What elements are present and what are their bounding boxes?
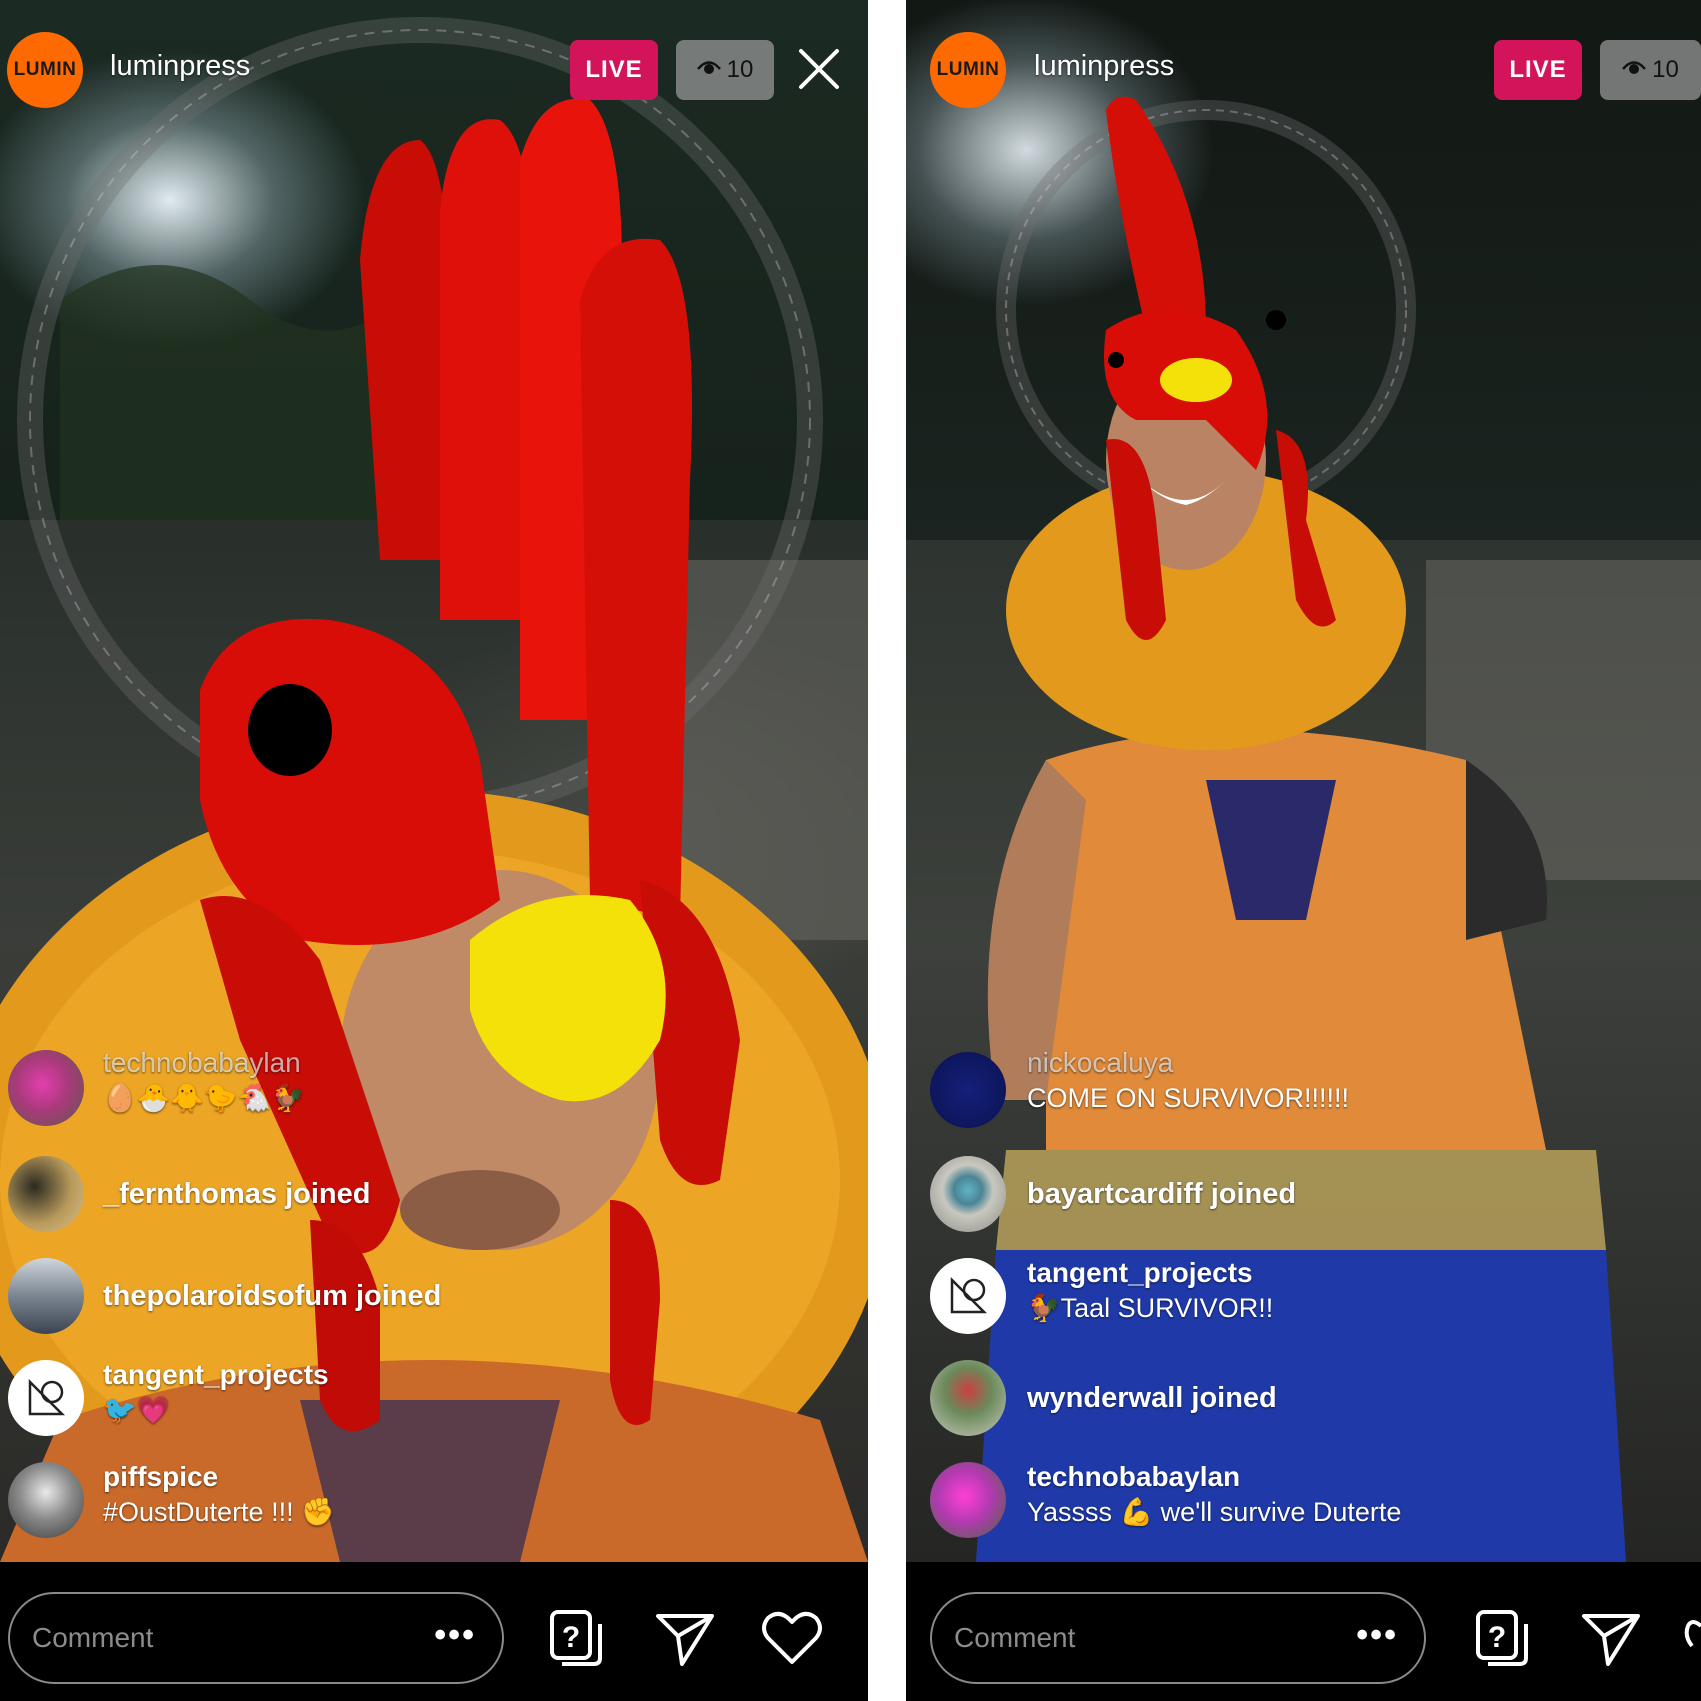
ellipsis-icon[interactable]: ••• bbox=[1356, 1616, 1398, 1655]
broadcaster-avatar[interactable]: LUMIN bbox=[7, 32, 83, 108]
logo-text: LUMIN bbox=[936, 59, 1000, 80]
broadcaster-username[interactable]: luminpress bbox=[1034, 50, 1174, 83]
live-stream-right: LUMIN luminpress LIVE 10 nickocaluya COM… bbox=[906, 0, 1701, 1701]
viewer-count-badge[interactable]: 10 bbox=[676, 40, 774, 100]
broadcaster-avatar[interactable]: LUMIN bbox=[930, 32, 1006, 108]
comment-message: COME ON SURVIVOR!!!!!! bbox=[1027, 1083, 1350, 1113]
eye-icon bbox=[1622, 56, 1647, 84]
commenter-avatar[interactable] bbox=[930, 1360, 1006, 1436]
comment-message: 🐓Taal SURVIVOR!! bbox=[1027, 1293, 1274, 1323]
live-header: LUMIN luminpress LIVE 10 bbox=[0, 30, 868, 110]
question-sticker-icon: ? bbox=[1476, 1610, 1528, 1666]
comment-placeholder: Comment bbox=[32, 1622, 154, 1653]
comment-item: bayartcardiff joined bbox=[906, 1156, 1701, 1246]
tangent-logo-icon bbox=[28, 1378, 66, 1416]
commenter-avatar[interactable] bbox=[8, 1462, 84, 1538]
svg-text:?: ? bbox=[562, 1621, 580, 1654]
heart-icon bbox=[1684, 1620, 1701, 1648]
commenter-avatar[interactable] bbox=[8, 1050, 84, 1126]
comment-item: tangent_projects 🐦💗 bbox=[0, 1358, 868, 1450]
commenter-avatar[interactable] bbox=[930, 1258, 1006, 1334]
comment-item: wynderwall joined bbox=[906, 1360, 1701, 1450]
send-button[interactable] bbox=[652, 1606, 716, 1670]
comment-item: tangent_projects 🐓Taal SURVIVOR!! bbox=[906, 1256, 1701, 1348]
comment-item: technobabaylan 🥚🐣🐥🐤🐔🐓 bbox=[0, 1046, 868, 1138]
svg-text:?: ? bbox=[1488, 1621, 1506, 1654]
join-notice: bayartcardiff joined bbox=[1027, 1178, 1297, 1210]
commenter-name[interactable]: piffspice bbox=[103, 1460, 335, 1494]
commenter-avatar[interactable] bbox=[8, 1156, 84, 1232]
commenter-avatar[interactable] bbox=[930, 1052, 1006, 1128]
close-icon bbox=[797, 47, 841, 96]
commenter-avatar[interactable] bbox=[8, 1258, 84, 1334]
question-sticker-button[interactable]: ? bbox=[1468, 1606, 1532, 1670]
comment-placeholder: Comment bbox=[954, 1622, 1076, 1653]
comment-input[interactable]: Comment ••• bbox=[930, 1592, 1426, 1684]
live-stream-left: LUMIN luminpress LIVE 10 technobabaylan … bbox=[0, 0, 868, 1701]
send-button[interactable] bbox=[1578, 1606, 1642, 1670]
comment-message: 🥚🐣🐥🐤🐔🐓 bbox=[103, 1083, 305, 1113]
comment-item: nickocaluya COME ON SURVIVOR!!!!!! bbox=[906, 1046, 1701, 1138]
question-sticker-button[interactable]: ? bbox=[542, 1606, 606, 1670]
commenter-name[interactable]: tangent_projects bbox=[1027, 1256, 1273, 1290]
live-header: LUMIN luminpress LIVE 10 bbox=[906, 30, 1701, 110]
viewer-count: 10 bbox=[726, 56, 754, 83]
live-badge: LIVE bbox=[570, 40, 658, 100]
commenter-avatar[interactable] bbox=[8, 1360, 84, 1436]
logo-text: LUMIN bbox=[13, 59, 77, 80]
comment-message: Yassss 💪 we'll survive Duterte bbox=[1027, 1497, 1402, 1527]
send-icon bbox=[656, 1614, 714, 1666]
divider-gap bbox=[868, 0, 906, 1701]
join-notice: thepolaroidsofum joined bbox=[103, 1280, 442, 1312]
comment-item: thepolaroidsofum joined bbox=[0, 1258, 868, 1348]
commenter-name[interactable]: technobabaylan bbox=[103, 1046, 305, 1080]
bottom-action-bar: Comment ••• ? bbox=[906, 1562, 1701, 1701]
commenter-name[interactable]: tangent_projects bbox=[103, 1358, 329, 1392]
comment-message: 🐦💗 bbox=[103, 1395, 171, 1425]
comment-message: #OustDuterte !!! ✊ bbox=[103, 1497, 335, 1527]
broadcaster-username[interactable]: luminpress bbox=[110, 50, 250, 83]
commenter-avatar[interactable] bbox=[930, 1156, 1006, 1232]
commenter-name[interactable]: technobabaylan bbox=[1027, 1460, 1401, 1494]
eye-icon bbox=[696, 56, 721, 84]
join-notice: wynderwall joined bbox=[1027, 1382, 1277, 1414]
commenter-name[interactable]: nickocaluya bbox=[1027, 1046, 1349, 1080]
like-button[interactable] bbox=[760, 1606, 824, 1670]
tangent-logo-icon bbox=[950, 1276, 988, 1314]
comment-item: piffspice #OustDuterte !!! ✊ bbox=[0, 1460, 868, 1550]
join-notice: _fernthomas joined bbox=[103, 1178, 371, 1210]
send-icon bbox=[1582, 1614, 1640, 1666]
viewer-count: 10 bbox=[1652, 56, 1679, 83]
close-button[interactable] bbox=[792, 44, 846, 98]
comment-item: _fernthomas joined bbox=[0, 1156, 868, 1246]
ellipsis-icon[interactable]: ••• bbox=[434, 1616, 476, 1655]
heart-icon bbox=[762, 1611, 822, 1664]
comment-input[interactable]: Comment ••• bbox=[8, 1592, 504, 1684]
commenter-avatar[interactable] bbox=[930, 1462, 1006, 1538]
viewer-count-badge[interactable]: 10 bbox=[1600, 40, 1701, 100]
comment-item: technobabaylan Yassss 💪 we'll survive Du… bbox=[906, 1460, 1701, 1550]
question-sticker-icon: ? bbox=[550, 1610, 602, 1666]
live-badge: LIVE bbox=[1494, 40, 1582, 100]
like-button[interactable] bbox=[1682, 1606, 1701, 1670]
bottom-action-bar: Comment ••• ? bbox=[0, 1562, 868, 1701]
